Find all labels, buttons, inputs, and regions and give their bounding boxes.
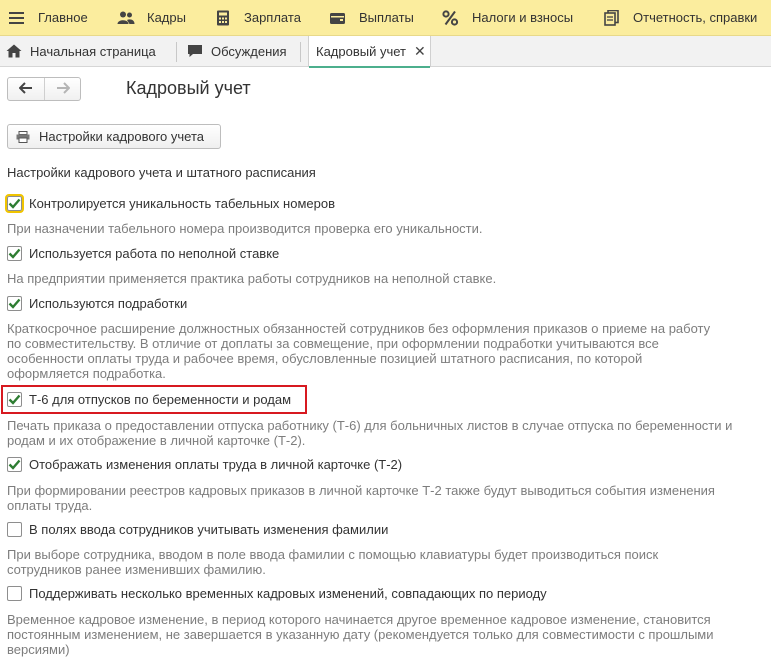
active-tab-indicator	[309, 66, 430, 68]
option-label: Поддерживать несколько временных кадровы…	[29, 585, 547, 601]
option-label: Отображать изменения оплаты труда в личн…	[29, 456, 403, 472]
arrow-left-icon	[18, 81, 33, 98]
page-title: Кадровый учет	[126, 78, 251, 98]
option-surname-changes[interactable]: В полях ввода сотрудников учитывать изме…	[7, 519, 388, 539]
printer-icon	[16, 130, 30, 143]
menu-item-reports[interactable]: Отчетность, справки	[603, 0, 757, 36]
checkmark-icon	[8, 459, 21, 470]
checkbox-multiple-temp-changes[interactable]	[7, 585, 22, 601]
option-label: Т-6 для отпусков по беременности и родам	[29, 391, 292, 407]
tab-hr-records[interactable]: Кадровый учет ✕	[308, 36, 431, 68]
menu-item-staff[interactable]: Кадры	[117, 0, 186, 36]
percent-icon	[442, 9, 460, 26]
chat-icon	[187, 44, 203, 58]
report-icon	[603, 9, 621, 26]
option-multiple-temp-changes[interactable]: Поддерживать несколько временных кадровы…	[7, 583, 547, 603]
home-icon	[6, 44, 22, 58]
hr-settings-button-label: Настройки кадрового учета	[39, 129, 205, 144]
option-side-jobs[interactable]: Используются подработки	[7, 293, 187, 313]
option-show-pay-changes-t2[interactable]: Отображать изменения оплаты труда в личн…	[7, 454, 402, 474]
people-icon	[117, 10, 135, 26]
menu-item-taxes[interactable]: Налоги и взносы	[442, 0, 573, 36]
tab-label: Кадровый учет	[316, 44, 406, 59]
menu-item-label: Зарплата	[244, 10, 301, 25]
checkmark-icon	[8, 198, 21, 209]
option-description: Временное кадровое изменение, в период к…	[7, 612, 714, 657]
menu-item-label: Выплаты	[359, 10, 414, 25]
tab-label: Начальная страница	[30, 43, 156, 59]
option-label: Контролируется уникальность табельных но…	[29, 195, 335, 211]
menu-item-label: Главное	[38, 10, 88, 25]
forward-button[interactable]	[44, 78, 80, 100]
back-button[interactable]	[8, 78, 44, 100]
tab-label: Обсуждения	[211, 43, 287, 59]
option-description: При назначении табельного номера произво…	[7, 221, 483, 236]
option-description: Краткосрочное расширение должностных обя…	[7, 321, 711, 381]
checkbox-unique-tab-numbers[interactable]	[5, 193, 24, 213]
option-description: На предприятии применяется практика рабо…	[7, 271, 497, 286]
menu-item-label: Налоги и взносы	[472, 10, 574, 25]
option-description: Печать приказа о предоставлении отпуска …	[7, 418, 733, 448]
checkbox-show-pay-changes-t2[interactable]	[7, 456, 22, 472]
menu-item-payments[interactable]: Выплаты	[329, 0, 414, 36]
checkmark-icon	[8, 394, 21, 405]
option-unique-tab-numbers[interactable]: Контролируется уникальность табельных но…	[5, 193, 335, 213]
tabs-bar: Начальная страница Обсуждения Кадровый у…	[0, 36, 771, 68]
checkbox-t6-maternity-leave[interactable]	[7, 391, 22, 407]
tab-home[interactable]: Начальная страница	[6, 36, 156, 66]
wallet-icon	[329, 10, 347, 26]
menu-item-label: Отчетность, справки	[633, 10, 758, 25]
navigation-buttons	[7, 77, 81, 101]
section-title: Настройки кадрового учета и штатного рас…	[7, 165, 316, 180]
option-label: Используется работа по неполной ставке	[29, 245, 280, 261]
calculator-icon	[214, 10, 232, 26]
checkbox-surname-changes[interactable]	[7, 521, 22, 537]
arrow-right-icon	[56, 81, 70, 98]
checkbox-part-time-rate[interactable]	[7, 245, 22, 261]
hr-settings-button[interactable]: Настройки кадрового учета	[7, 124, 221, 149]
checkmark-icon	[8, 248, 21, 259]
menu-item-salary[interactable]: Зарплата	[214, 0, 301, 36]
main-menu-bar: Главное Кадры Зарплата Выплаты Налоги и …	[0, 0, 771, 36]
checkmark-icon	[8, 298, 21, 309]
option-description: При формировании реестров кадровых прика…	[7, 483, 715, 513]
option-part-time-rate[interactable]: Используется работа по неполной ставке	[7, 243, 279, 263]
menu-item-label: Кадры	[147, 10, 186, 25]
tab-separator	[176, 42, 177, 62]
tab-discussions[interactable]: Обсуждения	[187, 36, 287, 66]
close-icon[interactable]: ✕	[414, 43, 426, 60]
menu-item-main[interactable]: Главное	[8, 0, 88, 36]
checkbox-side-jobs[interactable]	[7, 295, 22, 311]
option-description: При выборе сотрудника, вводом в поле вво…	[7, 547, 659, 577]
option-label: В полях ввода сотрудников учитывать изме…	[29, 521, 389, 537]
tab-separator	[300, 42, 301, 62]
hamburger-menu-icon	[8, 10, 26, 26]
option-label: Используются подработки	[29, 295, 188, 311]
option-t6-maternity-leave[interactable]: Т-6 для отпусков по беременности и родам	[7, 389, 291, 409]
